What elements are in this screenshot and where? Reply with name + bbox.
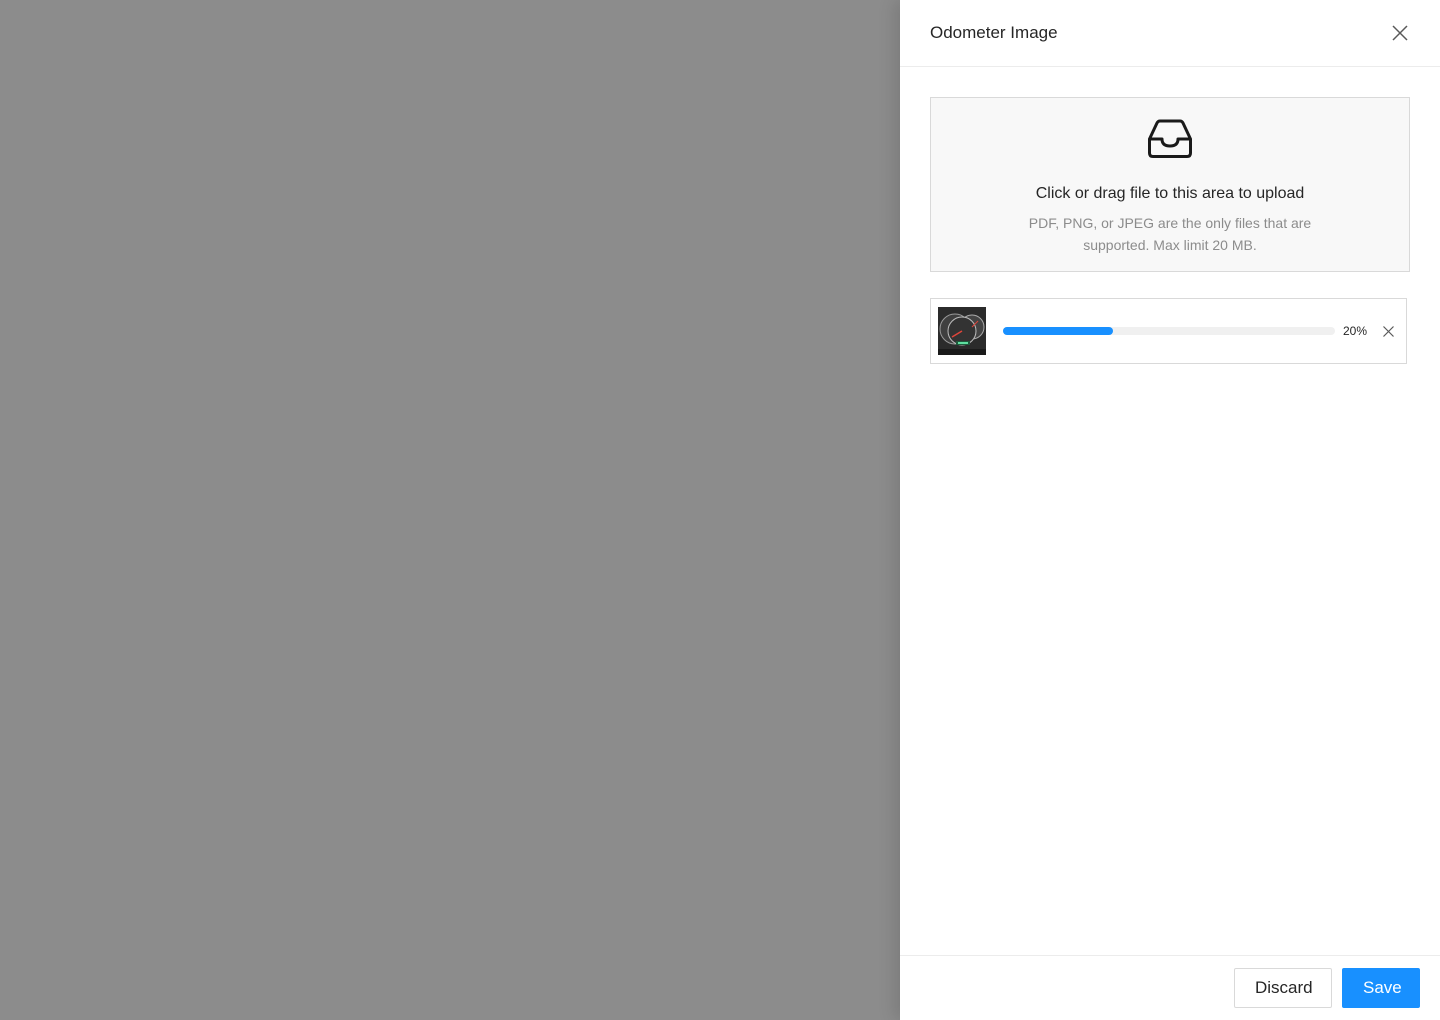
save-button[interactable]: Save xyxy=(1342,968,1420,1008)
close-icon xyxy=(1382,325,1394,337)
upload-progress-fill xyxy=(1003,327,1113,335)
discard-button[interactable]: Discard xyxy=(1234,968,1332,1008)
upload-file-item: 20% xyxy=(930,298,1407,364)
modal-overlay[interactable] xyxy=(0,0,900,1020)
drawer-title: Odometer Image xyxy=(930,23,1058,42)
upload-progress-label: 20% xyxy=(1343,324,1368,338)
remove-file-button[interactable] xyxy=(1381,324,1395,338)
close-icon xyxy=(1392,25,1408,41)
drawer-footer: Discard Save xyxy=(900,955,1440,1020)
upload-dropzone[interactable]: Click or drag file to this area to uploa… xyxy=(930,97,1410,272)
inbox-icon xyxy=(1148,119,1192,158)
drawer-close-button[interactable] xyxy=(1390,23,1410,43)
upload-title: Click or drag file to this area to uploa… xyxy=(1035,185,1305,202)
drawer-body: Click or drag file to this area to uploa… xyxy=(900,67,1440,364)
odometer-thumbnail xyxy=(938,307,986,355)
upload-progress-bar xyxy=(1003,327,1335,335)
upload-drawer: Odometer Image Click or drag file to thi… xyxy=(900,0,1440,1020)
drawer-header: Odometer Image xyxy=(900,0,1440,67)
upload-hint: PDF, PNG, or JPEG are the only files tha… xyxy=(1028,215,1312,253)
